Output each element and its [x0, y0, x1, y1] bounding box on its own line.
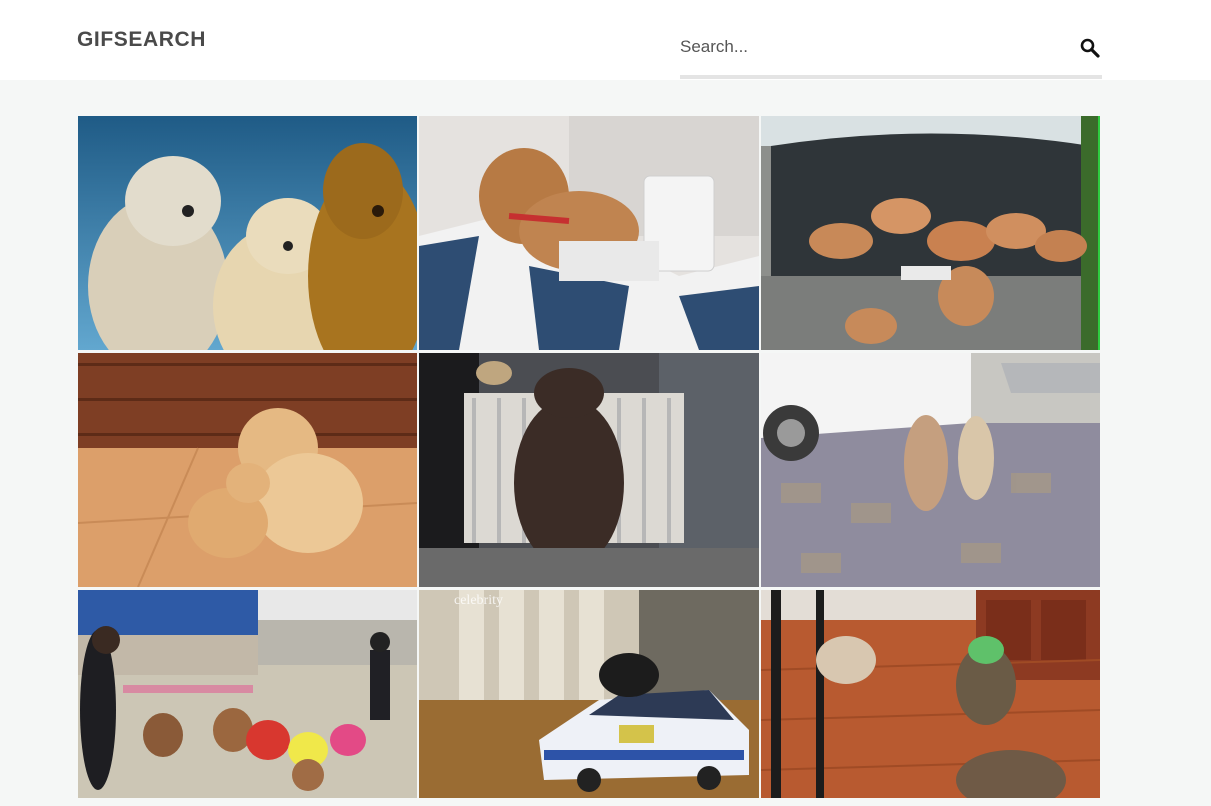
gif-dogs-trained-performing[interactable] — [78, 590, 417, 798]
gif-dogs-praying[interactable] — [78, 116, 417, 350]
gif-results-grid: celebrity — [78, 116, 1100, 806]
search-input[interactable] — [680, 30, 1060, 64]
gif-dog-at-gate[interactable] — [419, 353, 759, 587]
search-icon[interactable] — [1078, 36, 1102, 60]
gif-pug-yoda-costume[interactable] — [761, 590, 1100, 798]
top-bar: GIFSEARCH — [0, 0, 1211, 80]
site-logo[interactable]: GIFSEARCH — [77, 28, 206, 52]
gif-puppies-car-trunk[interactable] — [761, 116, 1100, 350]
search-bar — [680, 30, 1102, 79]
gif-dog-toy-police-car[interactable]: celebrity — [419, 590, 759, 798]
gif-watermark: celebrity — [454, 593, 503, 608]
gif-shiba-laptop[interactable] — [419, 116, 759, 350]
gif-dogs-dancing-street[interactable] — [761, 353, 1100, 587]
gif-golden-retrievers[interactable] — [78, 353, 417, 587]
